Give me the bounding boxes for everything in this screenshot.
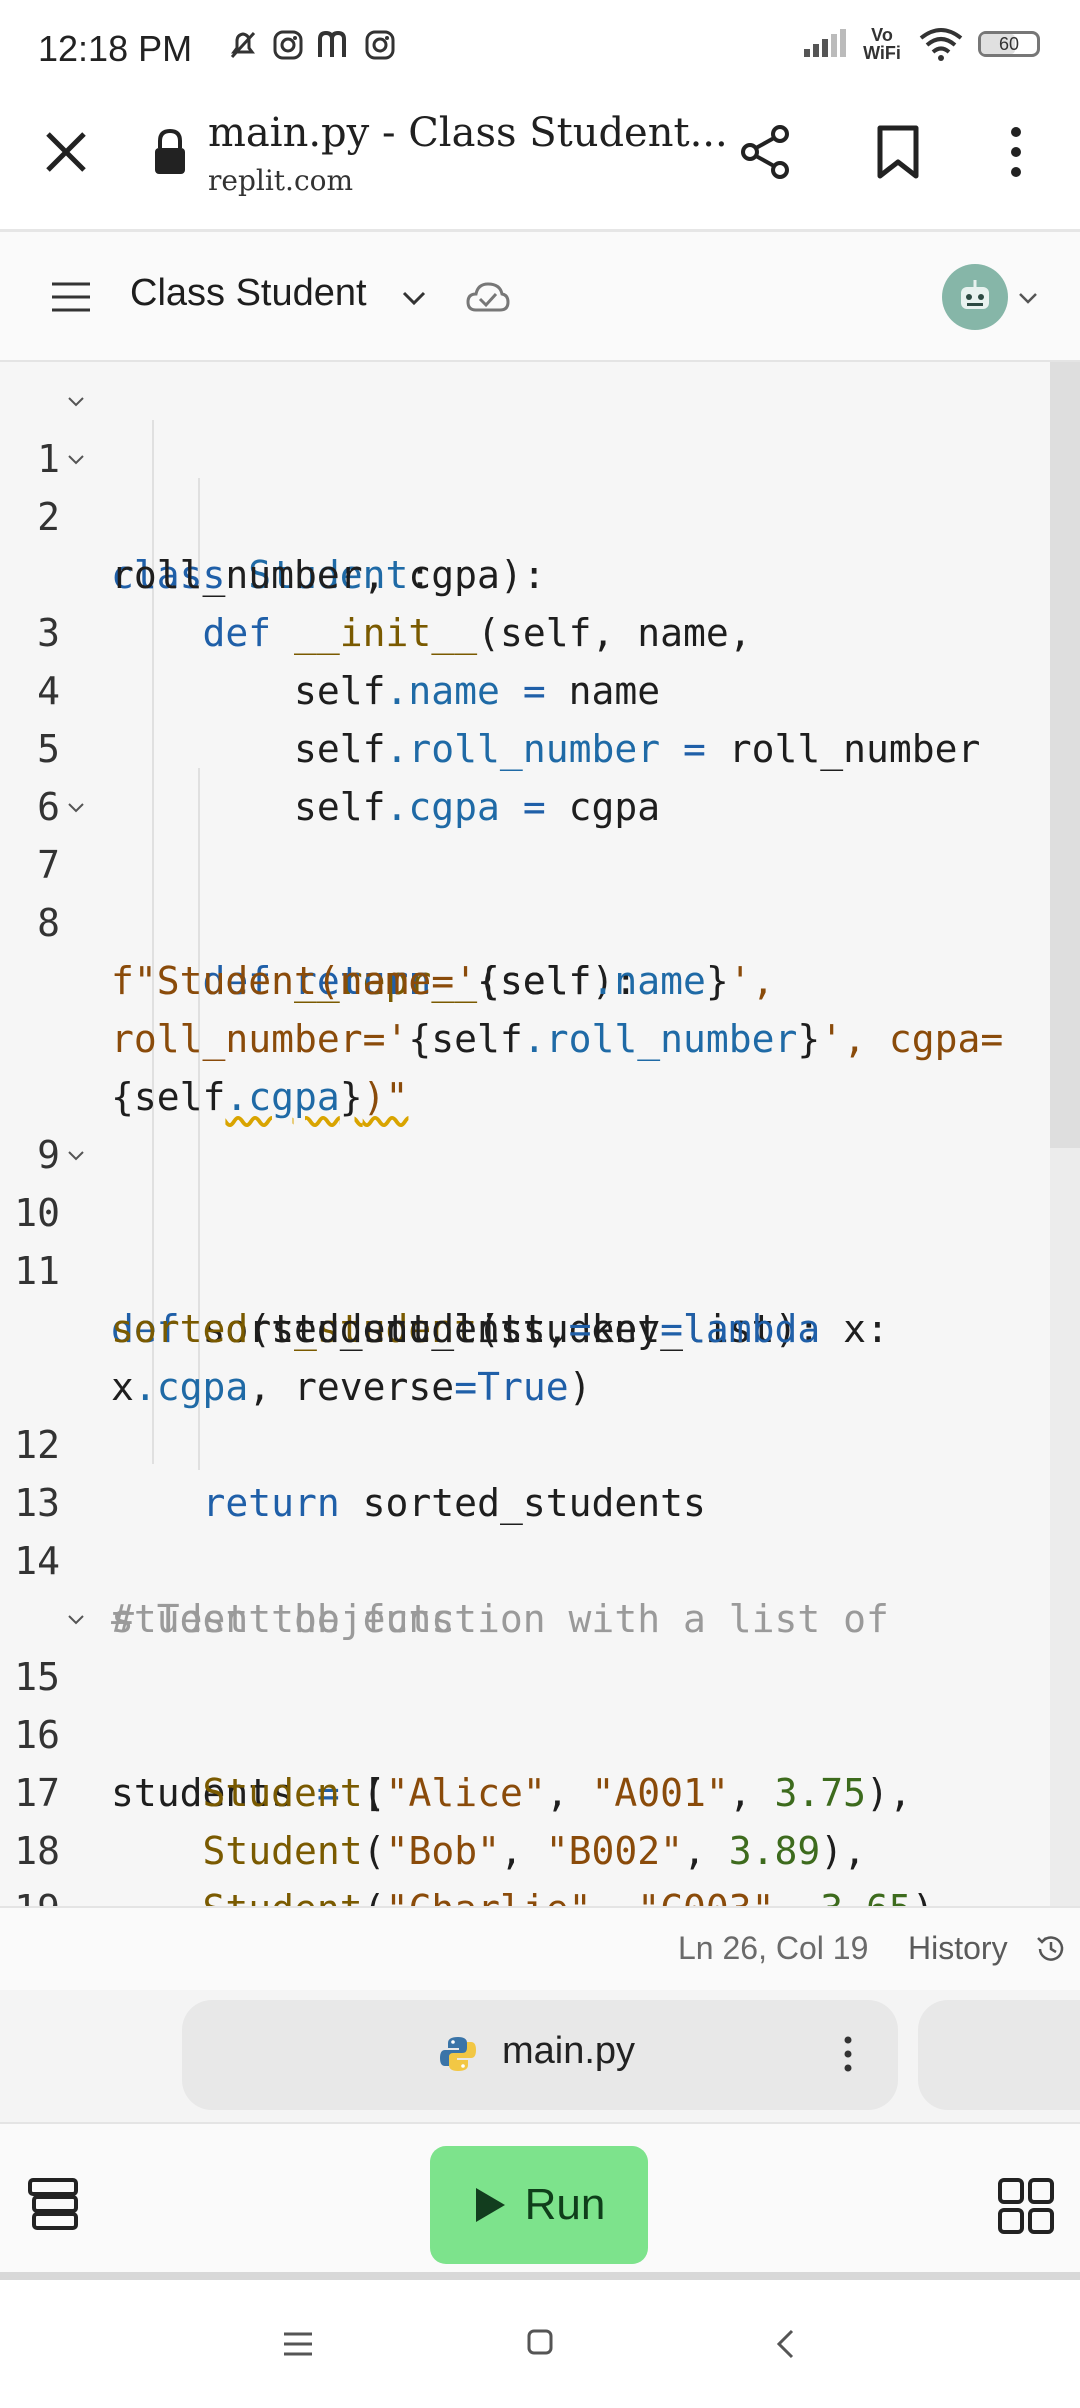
- code-line: 20 ]: [0, 1880, 1050, 1906]
- fold-chevron-icon[interactable]: [66, 392, 86, 412]
- wifi-icon: [919, 28, 963, 61]
- notification-icons: [226, 28, 396, 62]
- vowifi-label: Vo WiFi: [863, 25, 901, 63]
- bottom-toolbar: Run: [0, 2122, 1080, 2272]
- status-time: 12:18 PM: [38, 28, 193, 69]
- m-app-icon: [318, 30, 346, 57]
- tab-more-icon[interactable]: [842, 2034, 854, 2074]
- battery-indicator: 60: [978, 31, 1040, 57]
- file-tab-bar: main.py: [0, 1990, 1080, 2122]
- scrollbar-thumb[interactable]: [1050, 362, 1080, 1148]
- close-icon[interactable]: [40, 126, 92, 178]
- project-name[interactable]: Class Student: [130, 272, 367, 315]
- system-nav-bar: [0, 2280, 1080, 2408]
- fold-chevron-icon[interactable]: [66, 1146, 86, 1166]
- hamburger-menu-icon[interactable]: [50, 280, 92, 314]
- replit-header: Class Student: [0, 232, 1080, 362]
- cursor-position[interactable]: Ln 26, Col 19: [678, 1930, 868, 1967]
- code-editor[interactable]: 1 class Student: 2 def __init__(self, na…: [0, 362, 1080, 1906]
- play-icon: [475, 2188, 505, 2222]
- browser-bar: main.py - Class Student... replit.com: [0, 100, 1080, 232]
- share-icon[interactable]: [738, 124, 794, 180]
- database-icon[interactable]: [26, 2176, 80, 2232]
- fold-chevron-icon[interactable]: [66, 450, 86, 470]
- history-button[interactable]: History: [908, 1930, 1008, 1967]
- robot-avatar-icon: [961, 280, 989, 309]
- instagram-icon: [273, 30, 303, 60]
- page-title[interactable]: main.py - Class Student...: [208, 110, 728, 156]
- avatar-chevron-down-icon[interactable]: [1016, 286, 1040, 310]
- toolbar-divider: [0, 2272, 1080, 2280]
- recent-apps-icon[interactable]: [282, 2330, 314, 2358]
- editor-scrollbar[interactable]: [1050, 362, 1080, 1906]
- avatar[interactable]: [942, 264, 1008, 330]
- signal-icon: [804, 29, 846, 57]
- history-icon[interactable]: [1034, 1932, 1068, 1966]
- file-tab-main[interactable]: main.py: [182, 2000, 898, 2110]
- bookmark-icon[interactable]: [874, 124, 922, 180]
- more-options-icon[interactable]: [1000, 124, 1032, 180]
- chevron-down-icon[interactable]: [398, 282, 430, 314]
- fold-chevron-icon[interactable]: [66, 798, 86, 818]
- mute-bell-icon: [230, 31, 256, 59]
- run-label: Run: [524, 2180, 606, 2229]
- lock-icon: [155, 128, 185, 174]
- battery-level: 60: [998, 34, 1020, 54]
- back-icon[interactable]: [774, 2328, 796, 2360]
- editor-status-line: Ln 26, Col 19 History: [0, 1906, 1080, 1990]
- page-url[interactable]: replit.com: [208, 164, 353, 197]
- file-tab-next[interactable]: [918, 2000, 1080, 2110]
- instagram-icon-2: [365, 30, 395, 60]
- tools-grid-icon[interactable]: [996, 2176, 1056, 2236]
- fold-chevron-icon[interactable]: [66, 1610, 86, 1630]
- home-icon[interactable]: [526, 2328, 554, 2356]
- file-tab-name: main.py: [502, 2030, 636, 2072]
- cloud-check-icon: [466, 282, 510, 312]
- python-icon: [440, 2037, 476, 2071]
- run-button[interactable]: Run: [430, 2146, 648, 2264]
- system-icons: Vo WiFi 60: [802, 26, 1040, 62]
- status-bar: 12:18 PM Vo WiFi 60: [0, 0, 1080, 100]
